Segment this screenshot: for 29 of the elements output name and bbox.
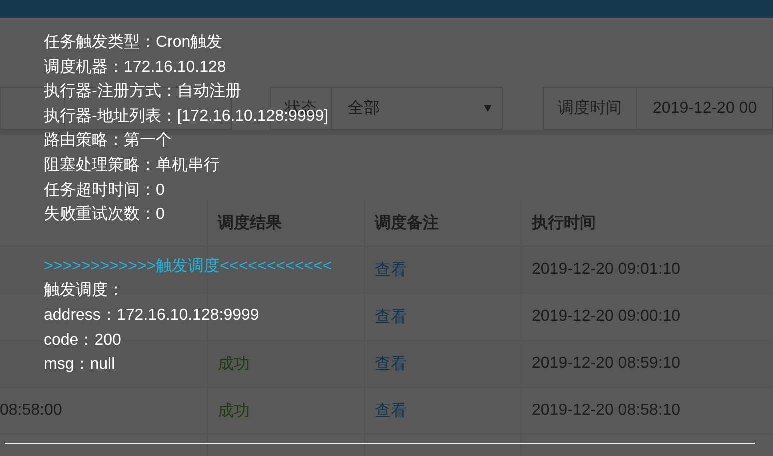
table-cell: 2019-12-20 09:01:10 — [532, 261, 681, 279]
tooltip-line: 任务触发类型：Cron触发 — [44, 34, 223, 51]
tooltip-line: code：200 — [44, 332, 122, 349]
table-cell: 08:58:00 — [0, 402, 62, 420]
view-link[interactable]: 查看 — [375, 400, 407, 422]
tooltip-line: msg：null — [44, 356, 116, 374]
table-cell: 2019-12-20 09:00:10 — [532, 308, 681, 326]
column-header: 执行时间 — [530, 214, 597, 234]
column-header: 调度结果 — [208, 200, 365, 246]
tooltip-line: 路由策略：第一个 — [44, 132, 172, 150]
tooltip-line: 调度机器：172.16.10.128 — [44, 58, 226, 76]
tooltip-line: 阻塞处理策略：单机串行 — [44, 156, 220, 174]
tooltip-line: 执行器-注册方式：自动注册 — [44, 83, 242, 100]
view-link[interactable]: 查看 — [375, 260, 407, 280]
view-link[interactable]: 查看 — [375, 354, 407, 374]
filter-label: 调度时间 — [543, 87, 637, 130]
status-text: 成功 — [218, 402, 250, 422]
table-cell: 2019-12-20 08:58:10 — [532, 402, 681, 420]
tooltip-line: 任务超时时间：0 — [44, 182, 165, 199]
column-header: 调度备注 — [365, 200, 522, 246]
table-cell: 2019-12-20 08:59:10 — [532, 355, 681, 373]
tooltip-line: 触发调度： — [44, 282, 124, 300]
status-text: 成功 — [218, 354, 250, 374]
view-link[interactable]: 查看 — [375, 306, 407, 328]
tooltip-line: address：172.16.10.128:9999 — [44, 306, 260, 324]
filter-select[interactable]: 全部 — [332, 87, 503, 130]
tooltip-line: 失败重试次数：0 — [44, 206, 165, 224]
tooltip-heading: >>>>>>>>>>>>触发调度<<<<<<<<<<<< — [44, 256, 332, 277]
caret-icon — [484, 105, 492, 112]
